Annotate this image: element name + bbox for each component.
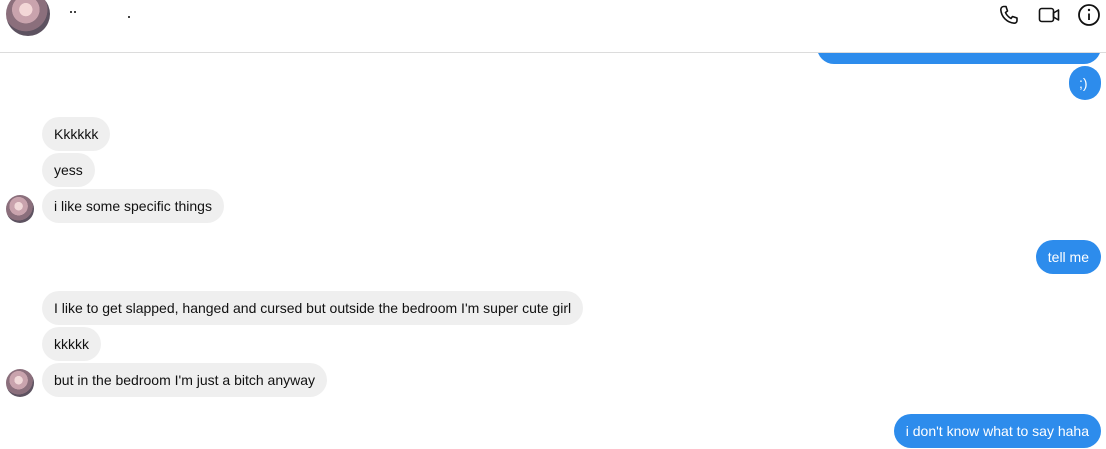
contact-avatar[interactable]: [6, 0, 50, 36]
redaction-mark: [128, 16, 130, 18]
outgoing-message[interactable]: ;): [1069, 66, 1101, 100]
contact-avatar[interactable]: [6, 369, 34, 397]
incoming-message[interactable]: yess: [42, 153, 95, 187]
message-thread[interactable]: ;) Kkkkkk yess i like some specific thin…: [0, 0, 1106, 449]
incoming-message[interactable]: kkkkk: [42, 327, 101, 361]
messenger-chat-window: ;) Kkkkkk yess i like some specific thin…: [0, 0, 1106, 449]
chat-header: [0, 0, 1106, 53]
incoming-message[interactable]: i like some specific things: [42, 189, 224, 223]
contact-name-redaction: [58, 2, 144, 24]
contact-avatar[interactable]: [6, 195, 34, 223]
incoming-message[interactable]: I like to get slapped, hanged and cursed…: [42, 291, 584, 325]
info-icon[interactable]: [1076, 2, 1102, 28]
outgoing-message[interactable]: i don't know what to say haha: [893, 414, 1101, 448]
outgoing-message[interactable]: tell me: [1035, 240, 1101, 274]
phone-icon[interactable]: [996, 2, 1022, 28]
video-camera-icon[interactable]: [1036, 2, 1062, 28]
redaction-mark: [70, 11, 72, 13]
header-actions: [996, 2, 1102, 28]
incoming-message[interactable]: but in the bedroom I'm just a bitch anyw…: [42, 363, 328, 397]
redaction-mark: [74, 11, 76, 13]
incoming-message[interactable]: Kkkkkk: [42, 117, 111, 151]
